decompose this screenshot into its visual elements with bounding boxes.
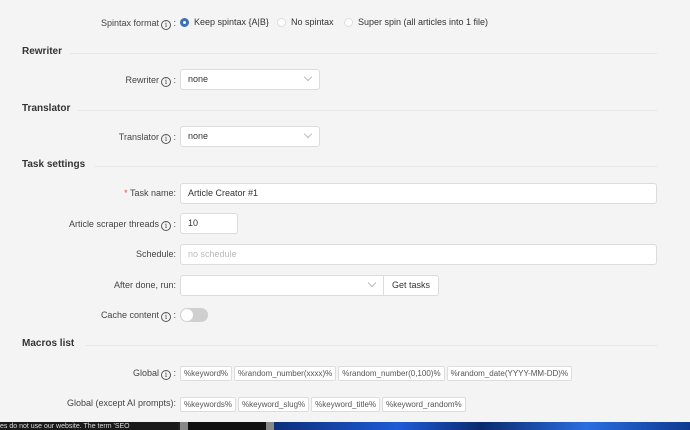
rewriter-label: Rewriter i : xyxy=(125,75,176,87)
macro-tag[interactable]: %keyword_random% xyxy=(382,397,466,412)
global-label: Global i : xyxy=(132,368,176,380)
info-icon[interactable]: i xyxy=(160,77,171,87)
macro-tag[interactable]: %random_number(xxxx)% xyxy=(234,366,337,381)
divider xyxy=(86,345,657,346)
macro-tag[interactable]: %keyword_slug% xyxy=(238,397,310,412)
chevron-down-icon xyxy=(367,278,377,288)
taskbar-strip: es do not use our website. The term 'SEO xyxy=(0,422,690,430)
global-except-macros: %keywords% %keyword_slug% %keyword_title%%… xyxy=(180,397,468,412)
global-macros: %keyword% %random_number(xxxx)% %random_nu… xyxy=(180,366,574,381)
translator-label: Translator i : xyxy=(118,132,176,144)
translator-select[interactable]: none xyxy=(180,126,320,147)
schedule-label: Schedule: xyxy=(135,249,176,259)
radio-empty-icon xyxy=(344,18,353,27)
rewriter-select[interactable]: none xyxy=(180,69,320,90)
divider xyxy=(70,53,657,54)
section-task-settings: Task settings xyxy=(22,159,86,170)
after-done-label: After done, run: xyxy=(113,280,176,290)
chevron-down-icon xyxy=(303,72,313,82)
info-icon[interactable]: i xyxy=(160,20,171,30)
chevron-down-icon xyxy=(303,129,313,139)
info-icon[interactable]: i xyxy=(160,370,171,380)
macro-tag[interactable]: %random_date(YYYY-MM-DD)% xyxy=(446,366,573,381)
macro-tag[interactable]: %keywords% xyxy=(180,397,237,412)
task-name-label: * Task name: xyxy=(124,188,176,198)
spintax-format-label: Spintax format i : xyxy=(100,18,176,30)
section-macros-list: Macros list xyxy=(22,338,75,349)
macro-tag[interactable]: %keyword% xyxy=(180,366,233,381)
info-icon[interactable]: i xyxy=(160,221,171,231)
schedule-input[interactable]: no schedule xyxy=(180,244,657,265)
divider xyxy=(78,110,657,111)
threads-label: Article scraper threads i : xyxy=(68,219,176,231)
get-tasks-button[interactable]: Get tasks xyxy=(383,275,439,296)
taskbar-window-preview[interactable] xyxy=(188,422,266,430)
radio-super-spin[interactable]: Super spin (all articles into 1 file) xyxy=(344,17,488,27)
cache-content-label: Cache content i : xyxy=(100,310,176,322)
macro-tag[interactable]: %random_number(0,100)% xyxy=(338,366,445,381)
threads-input[interactable]: 10 xyxy=(180,213,238,234)
taskbar-separator xyxy=(180,422,188,430)
radio-selected-icon xyxy=(180,18,189,27)
cache-content-toggle[interactable] xyxy=(180,308,208,322)
section-translator: Translator xyxy=(22,103,71,114)
task-name-input[interactable]: Article Creator #1 xyxy=(180,183,657,204)
after-done-select[interactable] xyxy=(180,275,384,296)
section-rewriter: Rewriter xyxy=(22,46,63,57)
taskbar-separator xyxy=(266,422,274,430)
divider xyxy=(95,166,657,167)
desktop-wallpaper xyxy=(274,422,690,430)
radio-keep-spintax[interactable]: Keep spintax {A|B} xyxy=(180,17,269,27)
info-icon[interactable]: i xyxy=(160,312,171,322)
radio-empty-icon xyxy=(277,18,286,27)
taskbar-window-preview[interactable]: es do not use our website. The term 'SEO xyxy=(0,422,178,430)
macro-tag[interactable]: %keyword_title% xyxy=(311,397,381,412)
info-icon[interactable]: i xyxy=(160,134,171,144)
radio-no-spintax[interactable]: No spintax xyxy=(277,17,334,27)
toggle-knob xyxy=(181,309,193,321)
global-except-label: Global (except AI prompts): xyxy=(66,398,176,408)
